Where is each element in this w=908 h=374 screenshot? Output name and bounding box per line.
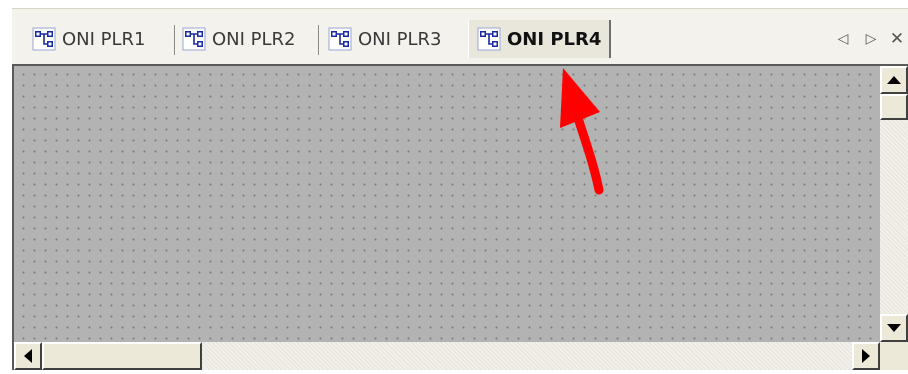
vertical-scroll-thumb[interactable] xyxy=(880,94,908,120)
tab-oni-plr4[interactable]: ONI PLR4 xyxy=(468,20,612,58)
network-diagram-icon xyxy=(477,27,501,51)
arrow-right-icon xyxy=(862,349,870,363)
chevron-right-icon: ▷ xyxy=(865,31,877,47)
chevron-left-icon: ◁ xyxy=(837,31,849,47)
close-tab-button[interactable]: ✕ xyxy=(888,29,906,49)
horizontal-scroll-thumb[interactable] xyxy=(42,342,202,370)
tab-label: ONI PLR2 xyxy=(212,28,296,50)
document-window: ONI PLR1 ONI PLR2 ONI PLR3 ONI PLR4 ◁ ▷ … xyxy=(0,0,908,374)
scroll-tabs-right-button[interactable]: ▷ xyxy=(862,29,880,49)
tab-label: ONI PLR1 xyxy=(62,28,146,50)
tab-oni-plr2[interactable]: ONI PLR2 xyxy=(182,21,296,57)
tab-separator xyxy=(174,25,175,55)
scroll-tabs-left-button[interactable]: ◁ xyxy=(834,29,852,49)
scrollbar-corner xyxy=(880,342,908,370)
scroll-right-button[interactable] xyxy=(852,342,880,370)
arrow-left-icon xyxy=(24,349,32,363)
tab-oni-plr1[interactable]: ONI PLR1 xyxy=(32,21,146,57)
tab-separator xyxy=(318,25,319,55)
arrow-up-icon xyxy=(887,76,901,84)
scroll-up-button[interactable] xyxy=(880,66,908,94)
scroll-down-button[interactable] xyxy=(880,314,908,342)
tab-strip: ONI PLR1 ONI PLR2 ONI PLR3 ONI PLR4 ◁ ▷ … xyxy=(12,8,908,65)
vertical-scrollbar[interactable] xyxy=(880,66,908,342)
tab-oni-plr3[interactable]: ONI PLR3 xyxy=(328,21,442,57)
network-diagram-icon xyxy=(32,27,56,51)
diagram-canvas[interactable] xyxy=(14,66,880,342)
scroll-left-button[interactable] xyxy=(14,342,42,370)
tab-label: ONI PLR3 xyxy=(358,28,442,50)
horizontal-scrollbar[interactable] xyxy=(14,342,880,370)
network-diagram-icon xyxy=(328,27,352,51)
tab-label: ONI PLR4 xyxy=(507,28,602,50)
arrow-down-icon xyxy=(887,324,901,332)
network-diagram-icon xyxy=(182,27,206,51)
close-icon: ✕ xyxy=(889,29,905,49)
